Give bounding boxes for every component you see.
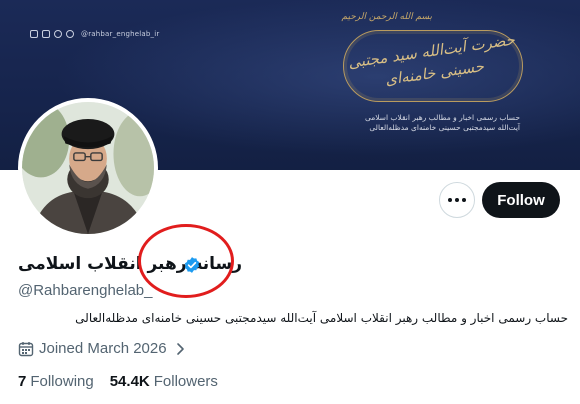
more-dot (462, 198, 466, 202)
instagram-icon (30, 30, 38, 38)
eitaa-icon (66, 30, 74, 38)
calendar-icon (18, 341, 34, 356)
profile-page: @rahbar_enghelab_ir بسم الله الرحمن الرح… (0, 0, 580, 404)
telegram-icon (54, 30, 62, 38)
aparat-icon (42, 30, 50, 38)
profile-handle: @Rahbarenghelab_ (18, 282, 153, 299)
followers-label: Followers (153, 373, 218, 390)
profile-avatar[interactable] (18, 98, 158, 238)
following-count: 7 (18, 373, 27, 390)
following-link[interactable]: 7 Following (18, 373, 94, 390)
followers-link[interactable]: 54.4K Followers (110, 373, 218, 390)
banner-caption-line-1: حساب رسمی اخبار و مطالب رهبر انقلاب اسلا… (364, 113, 520, 122)
more-dot (455, 198, 459, 202)
more-options-button[interactable] (439, 182, 475, 218)
follow-stats: 7 Following 54.4K Followers (18, 373, 218, 390)
banner-handle: @rahbar_enghelab_ir (81, 30, 160, 38)
avatar-portrait (22, 102, 154, 234)
joined-date-row[interactable]: Joined March 2026 (18, 340, 188, 357)
chevron-right-icon (176, 342, 184, 355)
banner-basmala: بسم الله الرحمن الرحیم (341, 12, 432, 22)
profile-bio: حساب رسمی اخبار و مطالب رهبر انقلاب اسلا… (75, 311, 568, 325)
follow-button[interactable]: Follow (482, 182, 560, 218)
more-dot (448, 198, 452, 202)
followers-count: 54.4K (109, 373, 150, 390)
following-label: Following (30, 373, 94, 390)
banner-social-links: @rahbar_enghelab_ir (30, 30, 159, 38)
banner-caption-line-2: آیت‌الله سیدمجتبی حسینی خامنه‌ای مدظله‌ا… (369, 123, 520, 132)
joined-date-text: Joined March 2026 (39, 340, 167, 357)
